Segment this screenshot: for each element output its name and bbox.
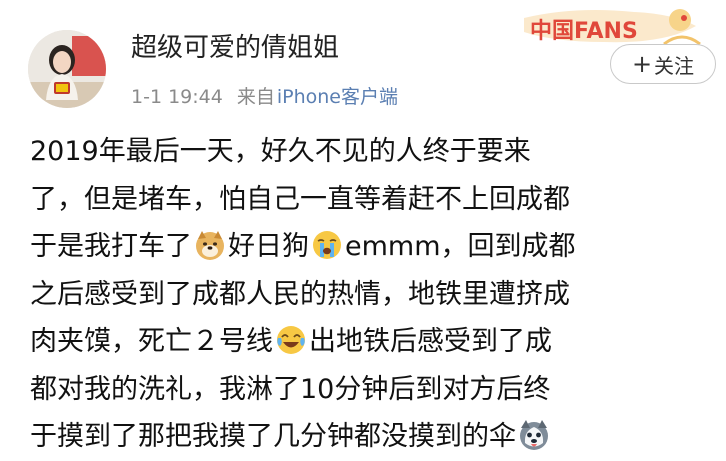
post-text: 于是我打车了: [30, 231, 192, 262]
post-text: 都对我的洗礼，我淋了10分钟后到对方后终: [30, 373, 551, 405]
post-text-line: 于是我打车了 好日狗 emmm，回到成都: [30, 223, 720, 271]
plus-icon: +: [631, 50, 653, 78]
source-label: 来自: [236, 86, 275, 108]
post-text-line: 2019年最后一天，好久不见的人终于要来: [30, 128, 720, 176]
post-text: 了，但是堵车，怕自己一直等着赶不上回成都: [30, 183, 570, 215]
follow-label: 关注: [654, 53, 695, 78]
crying-face-emoji: [311, 229, 343, 261]
doge-emoji: [194, 229, 226, 261]
post-timestamp: 1-1 19:44: [131, 86, 223, 108]
post-text-line: 肉夹馍，死亡２号线 出地铁后感受到了成: [30, 318, 720, 366]
husky-emoji: [518, 419, 550, 451]
post-text: 之后感受到了成都人民的热情，地铁里遭挤成: [30, 278, 570, 310]
post-text: 出地铁后感受到了成: [309, 326, 552, 357]
post-text-line: 于摸到了那把我摸了几分钟都没摸到的伞: [30, 413, 720, 461]
source-device-link[interactable]: iPhone客户端: [277, 86, 398, 108]
user-name[interactable]: 超级可爱的倩姐姐: [131, 31, 339, 65]
post-text: emmm，回到成都: [345, 231, 576, 262]
post-meta: 1-1 19:44 来自 iPhone客户端: [131, 84, 398, 110]
post-text-line: 了，但是堵车，怕自己一直等着赶不上回成都: [30, 176, 720, 224]
avatar[interactable]: [28, 30, 106, 108]
post-header: 超级可爱的倩姐姐 1-1 19:44 来自 iPhone客户端 中国FANS + 关…: [0, 0, 726, 120]
laughing-tears-emoji: [275, 324, 307, 356]
post-body: 2019年最后一天，好久不见的人终于要来了，但是堵车，怕自己一直等着赶不上回成都…: [30, 128, 720, 461]
post-text: 肉夹馍，死亡２号线: [30, 326, 273, 357]
post-text: 2019年最后一天，好久不见的人终于要来: [30, 136, 531, 167]
badge-text: 中国FANS: [530, 19, 638, 44]
post-text: 好日狗: [228, 231, 309, 262]
follow-button[interactable]: + 关注: [610, 44, 716, 84]
post-text-line: 都对我的洗礼，我淋了10分钟后到对方后终: [30, 366, 720, 414]
avatar-image: [28, 30, 106, 108]
post-text-line: 之后感受到了成都人民的热情，地铁里遭挤成: [30, 271, 720, 319]
post-text: 于摸到了那把我摸了几分钟都没摸到的伞: [30, 421, 516, 452]
